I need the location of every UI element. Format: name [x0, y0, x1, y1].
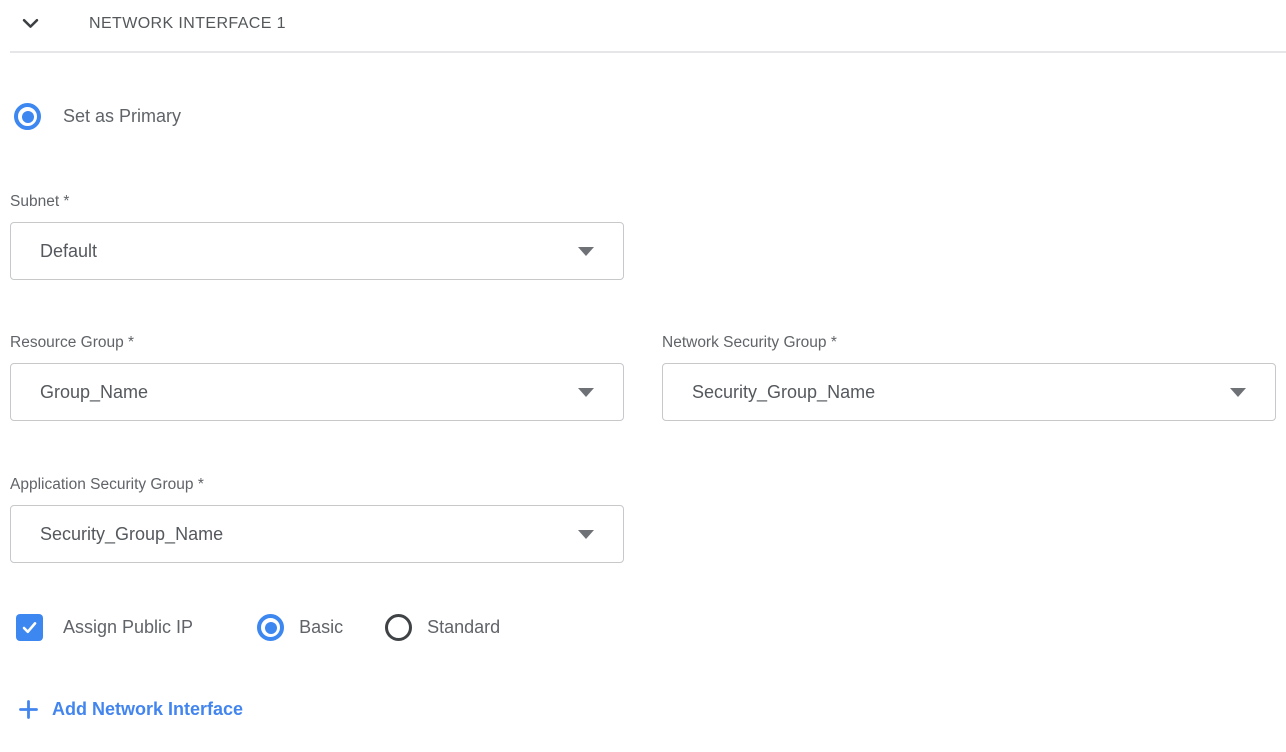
- section-divider: [10, 51, 1286, 53]
- application-security-group-value: Security_Group_Name: [40, 524, 223, 545]
- set-as-primary-radio[interactable]: [14, 103, 41, 130]
- network-security-group-label: Network Security Group *: [662, 334, 1276, 352]
- set-as-primary-label: Set as Primary: [63, 106, 181, 127]
- caret-down-icon: [1230, 388, 1246, 397]
- radio-dot: [22, 111, 34, 123]
- basic-radio[interactable]: [257, 614, 284, 641]
- plus-icon: [18, 699, 39, 720]
- caret-down-icon: [578, 388, 594, 397]
- network-security-group-value: Security_Group_Name: [692, 382, 875, 403]
- subnet-label: Subnet *: [10, 193, 1286, 211]
- application-security-group-label: Application Security Group *: [10, 476, 1286, 494]
- radio-dot: [265, 622, 277, 634]
- caret-down-icon: [578, 247, 594, 256]
- resource-group-value: Group_Name: [40, 382, 148, 403]
- network-security-group-field: Network Security Group * Security_Group_…: [662, 334, 1276, 421]
- add-network-interface-button[interactable]: Add Network Interface: [18, 699, 1286, 720]
- application-security-group-field: Application Security Group * Security_Gr…: [10, 476, 1286, 563]
- resource-group-field: Resource Group * Group_Name: [10, 334, 624, 421]
- standard-label: Standard: [427, 617, 500, 638]
- subnet-field: Subnet * Default: [10, 193, 1286, 280]
- chevron-down-icon[interactable]: [20, 14, 40, 34]
- section-header: NETWORK INTERFACE 1: [0, 0, 1286, 34]
- standard-radio[interactable]: [385, 614, 412, 641]
- resource-group-label: Resource Group *: [10, 334, 624, 352]
- group-fields-row: Resource Group * Group_Name Network Secu…: [10, 334, 1286, 421]
- application-security-group-select[interactable]: Security_Group_Name: [10, 505, 624, 563]
- checkmark-icon: [21, 619, 38, 636]
- set-as-primary-row: Set as Primary: [14, 103, 1286, 130]
- network-security-group-select[interactable]: Security_Group_Name: [662, 363, 1276, 421]
- basic-label: Basic: [299, 617, 343, 638]
- section-title: NETWORK INTERFACE 1: [89, 15, 286, 33]
- basic-option: Basic: [257, 614, 343, 641]
- chevron-down-icon-svg: [21, 14, 40, 33]
- assign-public-ip-row: Assign Public IP Basic Standard: [16, 614, 1286, 641]
- assign-public-ip-label: Assign Public IP: [63, 617, 193, 638]
- subnet-value: Default: [40, 241, 97, 262]
- resource-group-select[interactable]: Group_Name: [10, 363, 624, 421]
- caret-down-icon: [578, 530, 594, 539]
- network-interface-form: NETWORK INTERFACE 1 Set as Primary Subne…: [0, 0, 1286, 752]
- subnet-select[interactable]: Default: [10, 222, 624, 280]
- add-network-interface-label: Add Network Interface: [52, 699, 243, 720]
- standard-option: Standard: [385, 614, 500, 641]
- assign-public-ip-checkbox[interactable]: [16, 614, 43, 641]
